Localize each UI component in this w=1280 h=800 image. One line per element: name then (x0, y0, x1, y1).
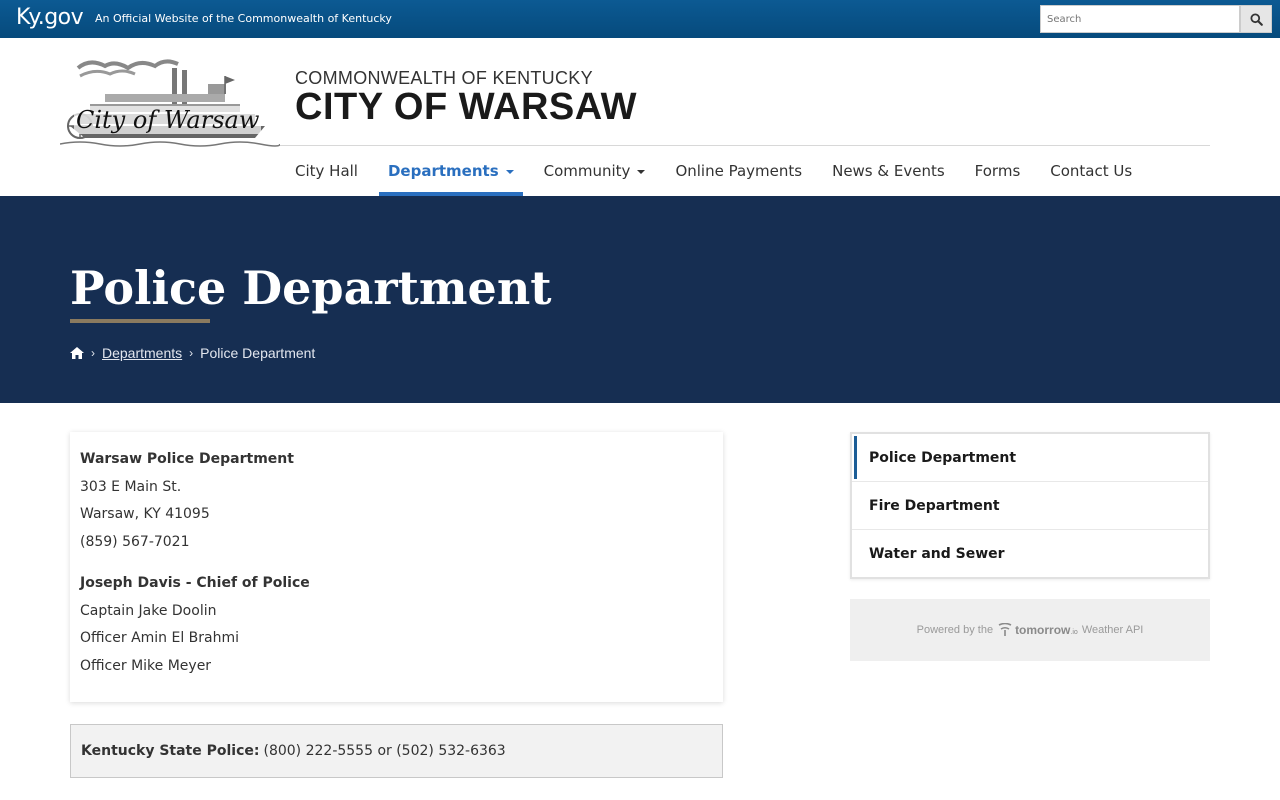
org-name: Warsaw Police Department (80, 451, 294, 467)
home-icon[interactable] (70, 347, 84, 359)
sidebar-item-label: Police Department (869, 449, 1017, 466)
weather-brand-suffix: .io (1070, 628, 1078, 636)
nav-label: Forms (974, 162, 1021, 180)
breadcrumb-departments-link[interactable]: Departments (102, 345, 182, 361)
caret-down-icon (637, 170, 646, 174)
staff-member: Captain Jake Doolin (80, 602, 217, 619)
chief-of-police: Joseph Davis - Chief of Police (80, 575, 310, 591)
nav-label: News & Events (832, 162, 945, 180)
search-icon (1249, 12, 1263, 26)
caret-down-icon (505, 170, 514, 174)
nav-city-hall[interactable]: City Hall (280, 146, 373, 196)
weather-widget: Powered by the tomorrow .io Weather API (850, 599, 1210, 661)
state-police-box: Kentucky State Police: (800) 222-5555 or… (70, 724, 723, 778)
site-title[interactable]: CITY OF WARSAW (295, 86, 637, 129)
search-button[interactable] (1240, 5, 1272, 33)
official-website-text: An Official Website of the Commonwealth … (95, 12, 392, 25)
weather-suffix: Weather API (1081, 624, 1144, 636)
address-line-2: Warsaw, KY 41095 (80, 506, 210, 522)
staff-member: Officer Mike Meyer (80, 657, 212, 674)
weather-prefix: Powered by the (916, 624, 994, 636)
search-form (1040, 5, 1272, 33)
tomorrow-io-logo-icon (998, 623, 1012, 636)
city-logo[interactable]: City of Warsaw (59, 56, 281, 151)
nav-label: City Hall (295, 162, 358, 180)
nav-online-payments[interactable]: Online Payments (660, 146, 817, 196)
nav-label: Community (543, 162, 631, 180)
nav-label: Contact Us (1050, 162, 1133, 180)
kygov-logo[interactable]: Ky.gov (16, 5, 84, 30)
breadcrumb-separator-icon: › (189, 346, 194, 360)
nav-forms[interactable]: Forms (960, 146, 1036, 196)
title-underline (70, 319, 210, 323)
address-line-1: 303 E Main St. (80, 478, 182, 495)
breadcrumb: › Departments › Police Department (70, 345, 315, 361)
sidebar-item-police[interactable]: Police Department (852, 434, 1208, 482)
page-title: Police Department (70, 261, 552, 315)
nav-label: Departments (387, 162, 499, 180)
sidebar-item-fire[interactable]: Fire Department (852, 482, 1208, 530)
sidebar-item-water-sewer[interactable]: Water and Sewer (852, 530, 1208, 578)
state-police-phones[interactable]: (800) 222-5555 or (502) 532-6363 (264, 743, 506, 759)
department-sidebar-nav: Police Department Fire Department Water … (850, 432, 1210, 579)
police-info-card: Warsaw Police Department 303 E Main St. … (70, 432, 723, 702)
sidebar-item-label: Fire Department (869, 497, 1000, 514)
sidebar-item-label: Water and Sewer (869, 546, 1005, 562)
gov-bar: Ky.gov An Official Website of the Common… (0, 0, 1280, 38)
nav-community[interactable]: Community (529, 146, 661, 196)
tomorrow-io-link[interactable]: tomorrow .io (997, 623, 1078, 637)
logo-script-text: City of Warsaw (74, 106, 262, 134)
phone-number[interactable]: (859) 567-7021 (80, 529, 713, 557)
search-input[interactable] (1040, 5, 1240, 33)
page-hero: Police Department › Departments › Police… (0, 196, 1280, 403)
main-nav: City Hall Departments Community Online P… (280, 146, 1147, 196)
breadcrumb-current: Police Department (200, 345, 316, 361)
state-police-label: Kentucky State Police: (81, 743, 260, 759)
nav-news-events[interactable]: News & Events (817, 146, 960, 196)
nav-contact-us[interactable]: Contact Us (1035, 146, 1147, 196)
site-header: City of Warsaw COMMONWEALTH OF KENTUCKY … (0, 38, 1280, 196)
steamboat-logo-graphic (59, 59, 281, 147)
nav-label: Online Payments (675, 162, 803, 180)
nav-departments[interactable]: Departments (373, 146, 529, 196)
weather-brand: tomorrow (1015, 623, 1071, 637)
staff-member: Officer Amin El Brahmi (80, 630, 240, 646)
breadcrumb-separator-icon: › (91, 346, 95, 360)
